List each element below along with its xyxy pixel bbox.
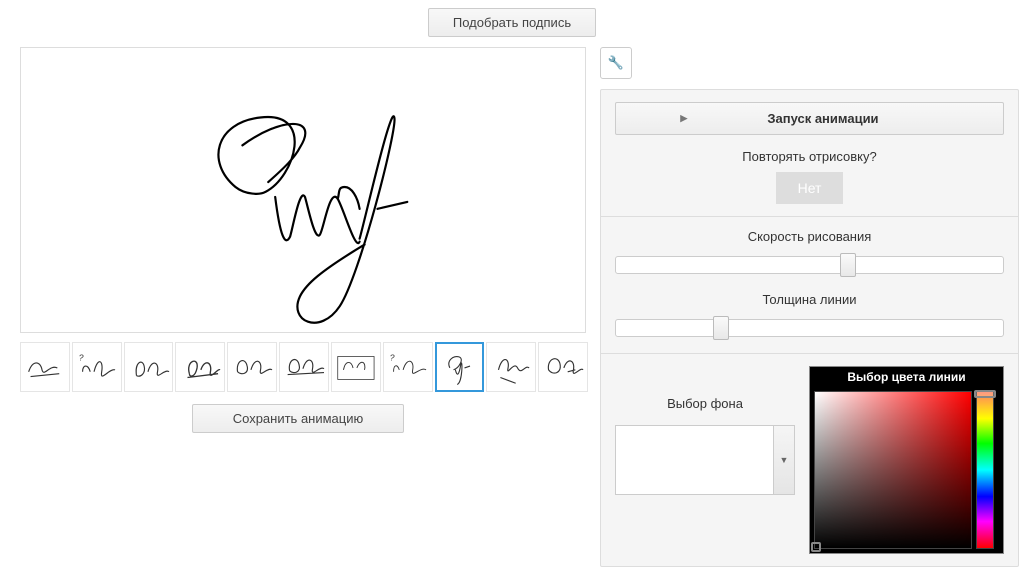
- thickness-slider[interactable]: [615, 319, 1004, 337]
- repeat-toggle-button[interactable]: Нет: [776, 172, 844, 204]
- svg-text:?: ?: [79, 352, 84, 362]
- thumb-item[interactable]: [227, 342, 277, 392]
- signature-canvas: [20, 47, 586, 333]
- hue-cursor[interactable]: [974, 390, 996, 398]
- thumb-item[interactable]: [279, 342, 329, 392]
- thumb-item[interactable]: [486, 342, 536, 392]
- sv-cursor[interactable]: [811, 542, 821, 552]
- thumb-item[interactable]: [331, 342, 381, 392]
- thumb-item[interactable]: ?: [383, 342, 433, 392]
- thumb-item[interactable]: [124, 342, 174, 392]
- bg-preview: [615, 425, 773, 495]
- speed-slider-handle[interactable]: [840, 253, 856, 277]
- bg-label: Выбор фона: [615, 396, 795, 411]
- top-button-wrap: Подобрать подпись: [8, 8, 1016, 37]
- settings-panel: ▶ Запуск анимации Повторять отрисовку? Н…: [600, 89, 1019, 567]
- thickness-slider-handle[interactable]: [713, 316, 729, 340]
- thickness-label: Толщина линии: [615, 292, 1004, 307]
- hue-bar[interactable]: [976, 391, 994, 549]
- thumb-item[interactable]: ?: [72, 342, 122, 392]
- wrench-icon: 🔧: [608, 55, 624, 71]
- thumb-item-selected[interactable]: [435, 342, 485, 392]
- thumb-item[interactable]: [20, 342, 70, 392]
- start-animation-label: Запуск анимации: [767, 111, 878, 126]
- save-animation-button[interactable]: Сохранить анимацию: [192, 404, 405, 433]
- color-picker-title: Выбор цвета линии: [810, 367, 1003, 387]
- speed-label: Скорость рисования: [615, 229, 1004, 244]
- settings-button[interactable]: 🔧: [600, 47, 632, 79]
- signature-thumbnails: ? ?: [20, 342, 588, 392]
- start-animation-button[interactable]: ▶ Запуск анимации: [615, 102, 1004, 135]
- sv-palette[interactable]: [814, 391, 972, 549]
- bg-dropdown-button[interactable]: ▼: [773, 425, 795, 495]
- chevron-down-icon: ▼: [780, 455, 789, 465]
- play-icon: ▶: [680, 113, 687, 124]
- line-color-picker: Выбор цвета линии: [809, 366, 1004, 554]
- thumb-item[interactable]: [175, 342, 225, 392]
- svg-text:?: ?: [389, 352, 394, 362]
- bg-select[interactable]: ▼: [615, 425, 795, 495]
- repeat-label: Повторять отрисовку?: [615, 149, 1004, 164]
- speed-slider[interactable]: [615, 256, 1004, 274]
- pick-signature-button[interactable]: Подобрать подпись: [428, 8, 596, 37]
- thumb-item[interactable]: [538, 342, 588, 392]
